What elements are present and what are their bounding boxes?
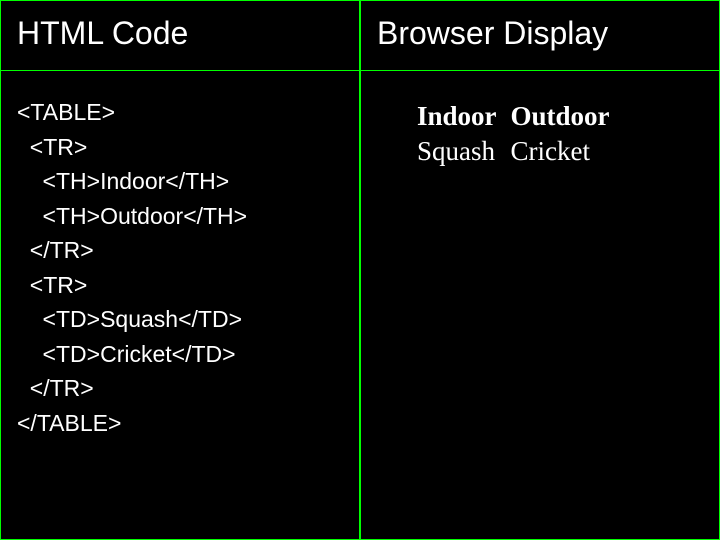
slide-container: HTML Code <TABLE> <TR> <TH>Indoor</TH> <…: [0, 0, 720, 540]
display-panel-header: Browser Display: [361, 1, 719, 71]
table-cell: Squash: [415, 136, 499, 167]
table-cell: Cricket: [509, 136, 612, 167]
display-panel: Browser Display Indoor Outdoor Squash Cr…: [360, 0, 720, 540]
code-panel-title: HTML Code: [17, 15, 343, 52]
code-panel: HTML Code <TABLE> <TR> <TH>Indoor</TH> <…: [0, 0, 360, 540]
table-header-row: Indoor Outdoor: [415, 101, 612, 132]
code-panel-body: <TABLE> <TR> <TH>Indoor</TH> <TH>Outdoor…: [1, 71, 359, 539]
rendered-table: Indoor Outdoor Squash Cricket: [405, 97, 622, 171]
display-panel-title: Browser Display: [377, 15, 703, 52]
table-header-cell: Indoor: [415, 101, 499, 132]
table-row: Squash Cricket: [415, 136, 612, 167]
display-panel-body: Indoor Outdoor Squash Cricket: [361, 71, 719, 539]
code-panel-header: HTML Code: [1, 1, 359, 71]
table-header-cell: Outdoor: [509, 101, 612, 132]
html-code-block: <TABLE> <TR> <TH>Indoor</TH> <TH>Outdoor…: [17, 95, 343, 440]
